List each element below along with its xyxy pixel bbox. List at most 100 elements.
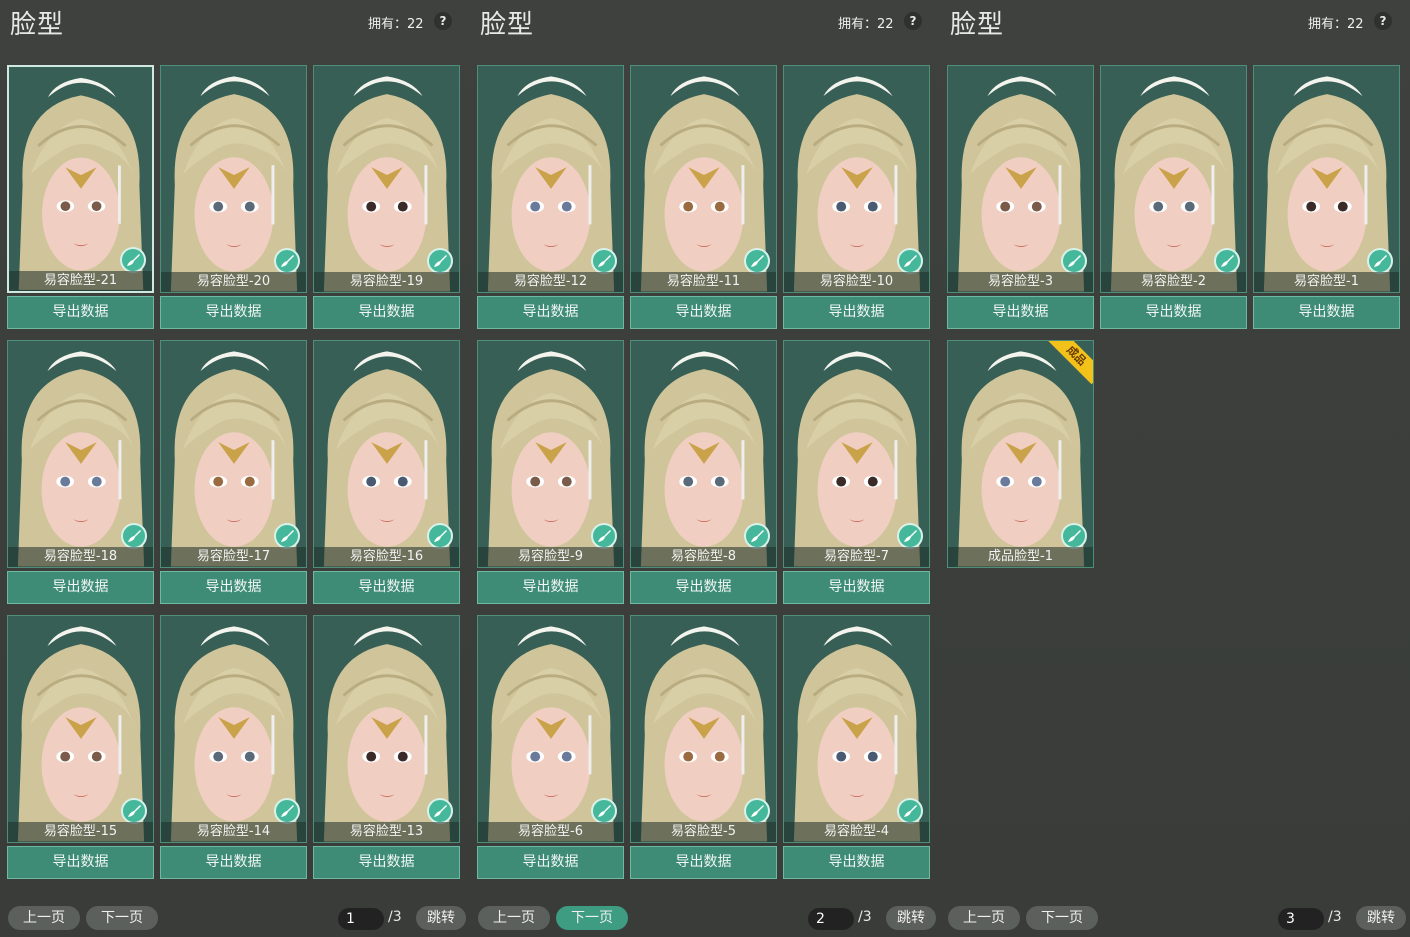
export-data-button[interactable]: 导出数据 [630, 296, 777, 329]
face-card[interactable]: 易容脸型-5 [630, 615, 777, 843]
card-label: 易容脸型-15 [8, 822, 153, 842]
panel-title: 脸型 [10, 10, 65, 40]
face-card[interactable]: 易容脸型-17 [160, 340, 307, 568]
export-data-button[interactable]: 导出数据 [783, 296, 930, 329]
export-data-button[interactable]: 导出数据 [313, 846, 460, 879]
export-data-button[interactable]: 导出数据 [7, 571, 154, 604]
brush-icon[interactable] [744, 798, 770, 824]
brush-icon[interactable] [744, 523, 770, 549]
face-card[interactable]: 易容脸型-14 [160, 615, 307, 843]
face-panel-3: 脸型 拥有：22? 易容脸型-3 导出数据 易容脸型-2 导出数据 易容脸型-1… [940, 0, 1410, 937]
card-label: 易容脸型-19 [314, 272, 459, 292]
export-data-button[interactable]: 导出数据 [947, 296, 1094, 329]
brush-icon[interactable] [427, 798, 453, 824]
brush-icon[interactable] [1061, 248, 1087, 274]
export-data-button[interactable]: 导出数据 [783, 571, 930, 604]
export-data-button[interactable]: 导出数据 [7, 296, 154, 329]
brush-icon[interactable] [274, 798, 300, 824]
brush-icon[interactable] [274, 248, 300, 274]
brush-icon[interactable] [427, 248, 453, 274]
page-total: /3 [388, 909, 402, 925]
brush-icon[interactable] [121, 798, 147, 824]
brush-icon[interactable] [591, 248, 617, 274]
face-card[interactable]: 易容脸型-12 [477, 65, 624, 293]
face-card[interactable]: 易容脸型-9 [477, 340, 624, 568]
brush-icon[interactable] [121, 523, 147, 549]
export-data-button[interactable]: 导出数据 [477, 846, 624, 879]
face-card[interactable]: 易容脸型-19 [313, 65, 460, 293]
face-card[interactable]: 易容脸型-3 [947, 65, 1094, 293]
face-card[interactable]: 易容脸型-1 [1253, 65, 1400, 293]
export-data-button[interactable]: 导出数据 [477, 571, 624, 604]
card-label: 易容脸型-14 [161, 822, 306, 842]
face-card[interactable]: 易容脸型-6 [477, 615, 624, 843]
export-data-button[interactable]: 导出数据 [313, 571, 460, 604]
brush-icon[interactable] [1061, 523, 1087, 549]
brush-icon[interactable] [427, 523, 453, 549]
card-label: 易容脸型-20 [161, 272, 306, 292]
export-data-button[interactable]: 导出数据 [1253, 296, 1400, 329]
prev-page-button[interactable]: 上一页 [8, 906, 80, 930]
brush-icon[interactable] [897, 523, 923, 549]
card-label: 易容脸型-18 [8, 547, 153, 567]
export-data-button[interactable]: 导出数据 [783, 846, 930, 879]
prev-page-button[interactable]: 上一页 [948, 906, 1020, 930]
page-total: /3 [858, 909, 872, 925]
face-card[interactable]: 易容脸型-7 [783, 340, 930, 568]
export-data-button[interactable]: 导出数据 [313, 296, 460, 329]
next-page-button[interactable]: 下一页 [86, 906, 158, 930]
face-card[interactable]: 易容脸型-13 [313, 615, 460, 843]
export-data-button[interactable]: 导出数据 [160, 571, 307, 604]
panel-title: 脸型 [480, 10, 535, 40]
brush-icon[interactable] [591, 523, 617, 549]
jump-button[interactable]: 跳转 [1356, 906, 1406, 930]
page-number-input[interactable]: 3 [1278, 908, 1324, 930]
face-card[interactable]: 易容脸型-8 [630, 340, 777, 568]
export-data-button[interactable]: 导出数据 [160, 296, 307, 329]
export-data-button[interactable]: 导出数据 [630, 571, 777, 604]
face-card[interactable]: 成品 成品脸型-1 [947, 340, 1094, 568]
page-number-input[interactable]: 1 [338, 908, 384, 930]
brush-icon[interactable] [274, 523, 300, 549]
face-card[interactable]: 易容脸型-16 [313, 340, 460, 568]
brush-icon[interactable] [591, 798, 617, 824]
export-data-button[interactable]: 导出数据 [1100, 296, 1247, 329]
brush-icon[interactable] [120, 247, 146, 273]
owned-count: 拥有：22 [838, 17, 894, 32]
card-label: 易容脸型-7 [784, 547, 929, 567]
brush-icon[interactable] [897, 248, 923, 274]
card-label: 成品脸型-1 [948, 547, 1093, 567]
card-label: 易容脸型-12 [478, 272, 623, 292]
card-label: 易容脸型-13 [314, 822, 459, 842]
export-data-button[interactable]: 导出数据 [7, 846, 154, 879]
export-data-button[interactable]: 导出数据 [477, 296, 624, 329]
brush-icon[interactable] [897, 798, 923, 824]
panel-title: 脸型 [950, 10, 1005, 40]
face-card[interactable]: 易容脸型-21 [7, 65, 154, 293]
jump-button[interactable]: 跳转 [416, 906, 466, 930]
brush-icon[interactable] [744, 248, 770, 274]
prev-page-button[interactable]: 上一页 [478, 906, 550, 930]
next-page-button[interactable]: 下一页 [556, 906, 628, 930]
face-card[interactable]: 易容脸型-20 [160, 65, 307, 293]
face-card[interactable]: 易容脸型-2 [1100, 65, 1247, 293]
card-label: 易容脸型-1 [1254, 272, 1399, 292]
help-icon[interactable]: ? [1374, 12, 1392, 30]
face-card[interactable]: 易容脸型-11 [630, 65, 777, 293]
brush-icon[interactable] [1214, 248, 1240, 274]
help-icon[interactable]: ? [434, 12, 452, 30]
page-number-input[interactable]: 2 [808, 908, 854, 930]
face-card[interactable]: 易容脸型-18 [7, 340, 154, 568]
face-card[interactable]: 易容脸型-10 [783, 65, 930, 293]
export-data-button[interactable]: 导出数据 [630, 846, 777, 879]
face-card[interactable]: 易容脸型-15 [7, 615, 154, 843]
brush-icon[interactable] [1367, 248, 1393, 274]
card-label: 易容脸型-16 [314, 547, 459, 567]
face-card[interactable]: 易容脸型-4 [783, 615, 930, 843]
export-data-button[interactable]: 导出数据 [160, 846, 307, 879]
next-page-button[interactable]: 下一页 [1026, 906, 1098, 930]
jump-button[interactable]: 跳转 [886, 906, 936, 930]
card-label: 易容脸型-8 [631, 547, 776, 567]
help-icon[interactable]: ? [904, 12, 922, 30]
face-panel-1: 脸型 拥有：22? 易容脸型-21 导出数据 易容脸型-20 导出数据 易容脸型… [0, 0, 470, 937]
